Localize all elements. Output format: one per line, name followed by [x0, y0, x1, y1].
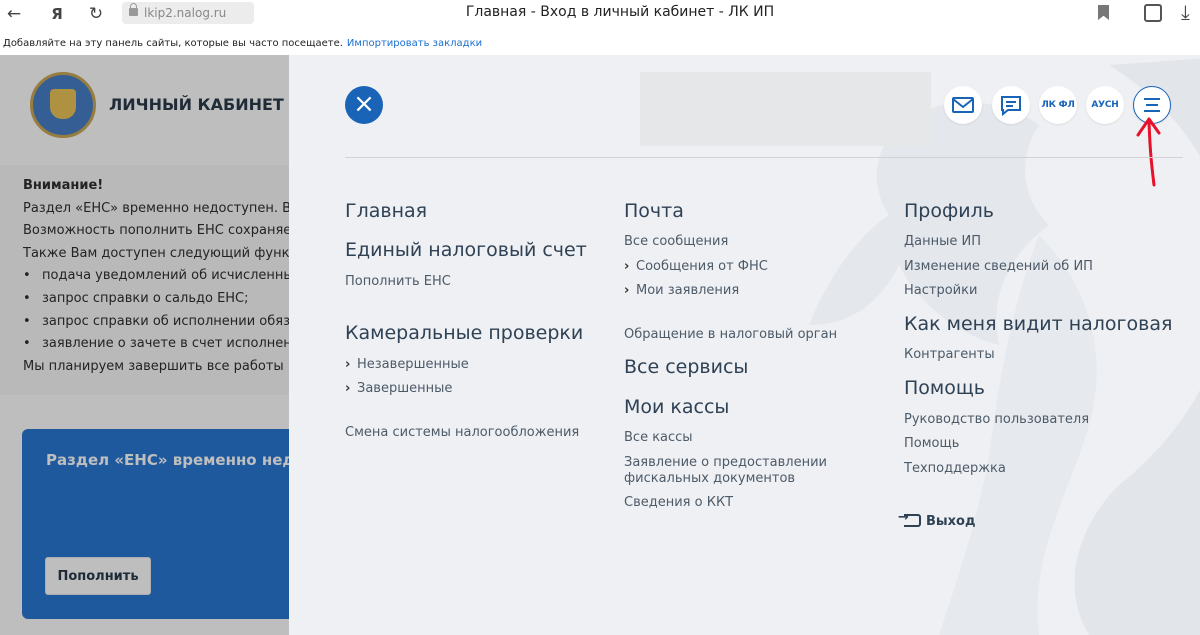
chat-button[interactable]	[992, 86, 1030, 124]
menu-fiscal-docs[interactable]: Заявление о предоставлении фискальных до…	[624, 455, 827, 487]
menu-panel: × ЛК ФЛ АУСН Главная Единый налоговый сч…	[289, 55, 1200, 635]
menu-all-messages[interactable]: Все сообщения	[624, 234, 728, 250]
menu-main[interactable]: Главная	[345, 200, 427, 222]
logout-label: Выход	[926, 514, 976, 529]
menu-help-heading[interactable]: Помощь	[904, 377, 985, 399]
menu-fns-messages[interactable]: Сообщения от ФНС	[624, 259, 768, 275]
chat-icon	[1001, 96, 1021, 117]
logout-icon	[898, 510, 921, 527]
menu-fiscal-docs-line2: фискальных документов	[624, 471, 796, 486]
close-menu-button[interactable]: ×	[345, 86, 383, 124]
logout-button[interactable]: Выход	[898, 510, 976, 529]
menu-ens-heading[interactable]: Единый налоговый счет	[345, 239, 587, 261]
red-arrow-annotation-icon	[1136, 117, 1161, 187]
bookmarks-bar: Добавляйте на эту панель сайты, которые …	[0, 28, 1200, 55]
menu-help[interactable]: Помощь	[904, 436, 959, 452]
menu-all-services[interactable]: Все сервисы	[624, 356, 748, 378]
ausn-button[interactable]: АУСН	[1086, 86, 1124, 124]
menu-profile-heading[interactable]: Профиль	[904, 200, 994, 222]
browser-toolbar: ← Я ↻ lkip2.nalog.ru Главная - Вход в ли…	[0, 0, 1200, 28]
modal-overlay[interactable]	[0, 55, 289, 635]
mail-button[interactable]	[944, 86, 982, 124]
bookmarks-prompt: Добавляйте на эту панель сайты, которые …	[3, 38, 343, 49]
collections-icon[interactable]	[1144, 4, 1162, 22]
menu-fiscal-docs-line1: Заявление о предоставлении	[624, 455, 827, 470]
window-title: Главная - Вход в личный кабинет - ЛК ИП	[465, 4, 775, 20]
menu-ip-data[interactable]: Данные ИП	[904, 234, 981, 250]
menu-audits-heading[interactable]: Камеральные проверки	[345, 322, 583, 344]
menu-audits-done[interactable]: Завершенные	[345, 381, 452, 397]
download-icon[interactable]: ⤓	[1181, 2, 1190, 22]
menu-mail-heading[interactable]: Почта	[624, 200, 684, 222]
menu-kassy-heading[interactable]: Мои кассы	[624, 396, 729, 418]
menu-counterparties[interactable]: Контрагенты	[904, 347, 995, 363]
menu-divider	[345, 157, 1183, 158]
menu-tax-regime[interactable]: Смена системы налогообложения	[345, 425, 579, 441]
import-bookmarks-link[interactable]: Импортировать закладки	[347, 38, 482, 49]
menu-support[interactable]: Техподдержка	[904, 461, 1006, 477]
menu-ens-topup[interactable]: Пополнить ЕНС	[345, 274, 451, 290]
menu-kkt-info[interactable]: Сведения о ККТ	[624, 495, 733, 511]
menu-all-kassy[interactable]: Все кассы	[624, 430, 693, 446]
menu-tax-view-heading[interactable]: Как меня видит налоговая	[904, 313, 1172, 335]
menu-change-info[interactable]: Изменение сведений об ИП	[904, 259, 1093, 275]
menu-user-guide[interactable]: Руководство пользователя	[904, 412, 1089, 428]
lk-fl-button[interactable]: ЛК ФЛ	[1039, 86, 1077, 124]
search-area[interactable]	[640, 72, 931, 146]
mail-icon	[952, 97, 974, 113]
menu-appeal[interactable]: Обращение в налоговый орган	[624, 327, 837, 343]
menu-my-requests[interactable]: Мои заявления	[624, 283, 739, 299]
menu-audits-open[interactable]: Незавершенные	[345, 357, 469, 373]
menu-settings[interactable]: Настройки	[904, 283, 977, 299]
